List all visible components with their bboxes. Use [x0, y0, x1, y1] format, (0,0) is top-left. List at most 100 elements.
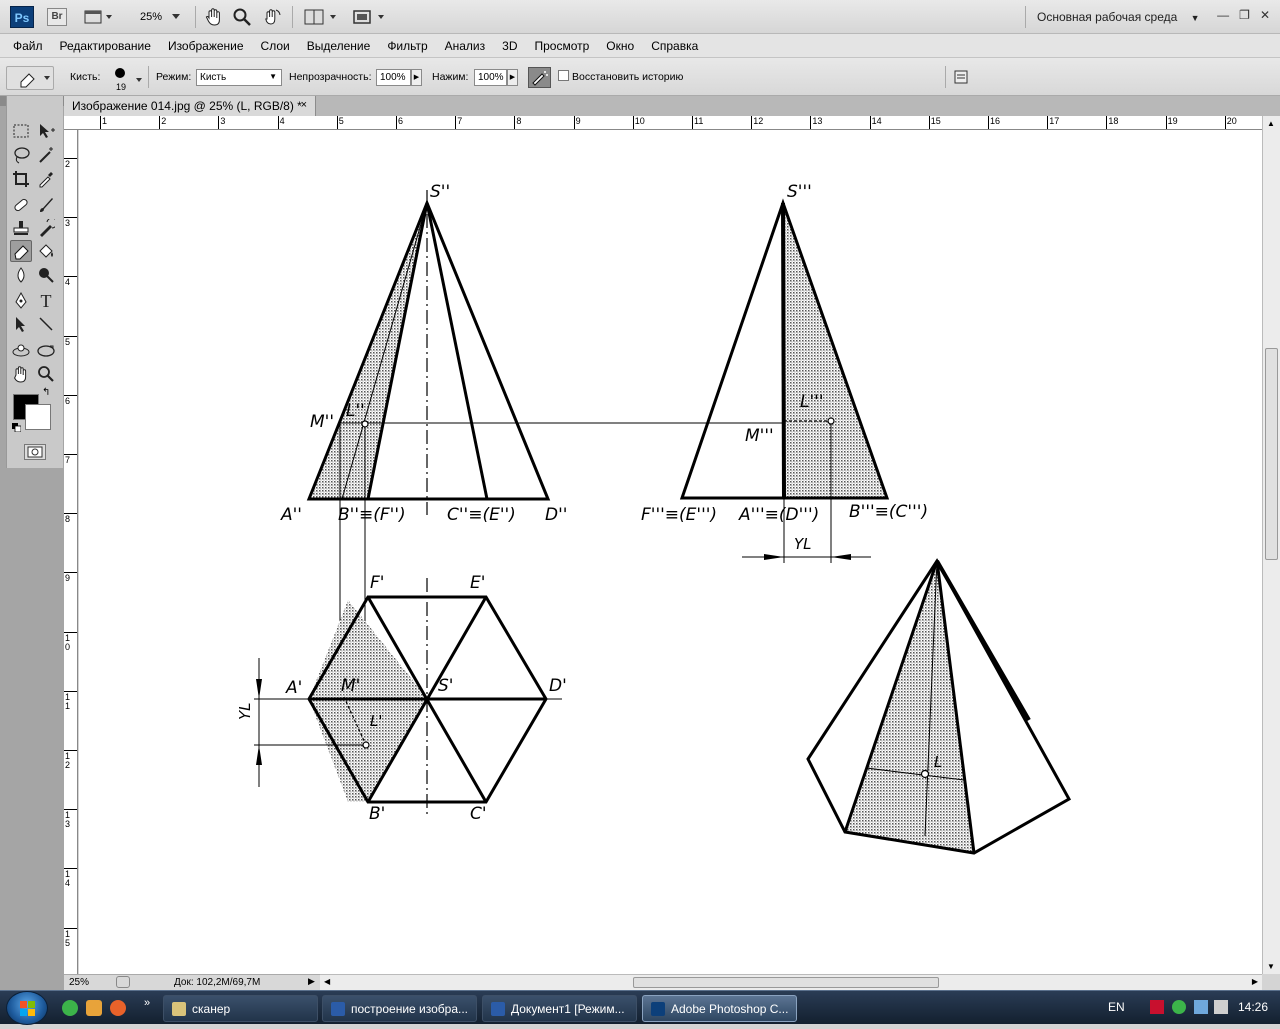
- pressure-input[interactable]: 100%: [474, 69, 507, 86]
- menu-image[interactable]: Изображение: [168, 39, 244, 53]
- crop-tool[interactable]: [10, 168, 32, 190]
- history-brush-tool[interactable]: [35, 217, 57, 239]
- label-m1: M': [341, 676, 361, 696]
- document-tab[interactable]: Изображение 014.jpg @ 25% (L, RGB/8) * ×: [64, 96, 316, 116]
- move-tool[interactable]: [35, 120, 57, 142]
- path-selection-tool[interactable]: [10, 313, 32, 335]
- lasso-tool[interactable]: [10, 144, 32, 166]
- restore-history-checkbox[interactable]: [558, 70, 569, 81]
- start-button[interactable]: [6, 991, 48, 1025]
- quick-mask-button[interactable]: [24, 444, 46, 460]
- menu-view[interactable]: Просмотр: [534, 39, 589, 53]
- marquee-tool[interactable]: [10, 120, 32, 142]
- ruler-h-tick: [455, 116, 457, 129]
- 3d-rotate-tool[interactable]: [10, 340, 32, 362]
- photoshop-logo: Ps: [10, 6, 34, 28]
- volume-icon[interactable]: [1214, 1000, 1228, 1014]
- line-tool[interactable]: [35, 313, 57, 335]
- ruler-v-label: 8: [65, 514, 71, 525]
- tray-check-icon[interactable]: [1172, 1000, 1186, 1014]
- zoom-tool-button[interactable]: [232, 7, 252, 27]
- taskbar-item-scanner[interactable]: сканер: [163, 995, 318, 1022]
- menu-3d[interactable]: 3D: [502, 39, 517, 53]
- taskbar-item-word-1[interactable]: построение изобра...: [322, 995, 477, 1022]
- taskbar-item-photoshop[interactable]: Adobe Photoshop C...: [642, 995, 797, 1022]
- ruler-h-label: 14: [871, 116, 882, 126]
- rotate-view-button[interactable]: [262, 7, 282, 27]
- status-zoom[interactable]: 25%: [69, 977, 89, 988]
- menu-file[interactable]: Файл: [13, 39, 43, 53]
- document-canvas[interactable]: S'' S''' M'' L'' M''' L''' A'' B''≡(F'')…: [79, 130, 1262, 974]
- point-l1: [362, 741, 370, 749]
- ruler-v-label: 9: [65, 573, 71, 584]
- swap-colors-icon[interactable]: ↰: [42, 387, 50, 398]
- restore-icon[interactable]: ❐: [1239, 8, 1250, 22]
- airbrush-toggle[interactable]: [528, 67, 551, 88]
- zoom-tool[interactable]: [35, 363, 57, 385]
- mode-select[interactable]: Кисть ▼: [196, 69, 282, 86]
- pressure-slider-toggle[interactable]: ▶: [507, 69, 518, 86]
- menu-select[interactable]: Выделение: [307, 39, 371, 53]
- network-icon[interactable]: [1194, 1000, 1208, 1014]
- menu-layers[interactable]: Слои: [261, 39, 290, 53]
- ruler-v-tick: [64, 690, 77, 692]
- menu-edit[interactable]: Редактирование: [60, 39, 151, 53]
- tool-preset-picker[interactable]: [6, 66, 54, 90]
- quicklaunch-icon-1[interactable]: [62, 1000, 78, 1016]
- ruler-h-label: 15: [930, 116, 941, 126]
- quicklaunch-more-icon[interactable]: »: [144, 997, 150, 1009]
- hand-tool[interactable]: [10, 363, 32, 385]
- arrange-documents-button[interactable]: [304, 7, 342, 27]
- scroll-right-icon[interactable]: ▶: [1252, 977, 1258, 986]
- close-icon[interactable]: ✕: [1260, 8, 1270, 22]
- horizontal-scrollbar[interactable]: ◀ ▶: [320, 974, 1262, 990]
- paint-bucket-tool[interactable]: [35, 240, 57, 262]
- clone-stamp-tool[interactable]: [10, 217, 32, 239]
- opacity-slider-toggle[interactable]: ▶: [411, 69, 422, 86]
- menu-analysis[interactable]: Анализ: [445, 39, 486, 53]
- vertical-scrollbar[interactable]: ▲ ▼: [1262, 116, 1280, 974]
- scroll-up-icon[interactable]: ▲: [1267, 119, 1275, 128]
- status-menu-icon[interactable]: ▶: [308, 976, 315, 987]
- workspace-switcher[interactable]: Основная рабочая среда ▼: [1037, 10, 1200, 24]
- ruler-h-tick: [1106, 116, 1108, 129]
- opacity-input[interactable]: 100%: [376, 69, 411, 86]
- pen-tool[interactable]: [10, 290, 32, 312]
- eraser-tool[interactable]: [10, 240, 32, 262]
- quicklaunch-icon-2[interactable]: [86, 1000, 102, 1016]
- clock[interactable]: 14:26: [1238, 1000, 1268, 1014]
- default-colors-icon[interactable]: [12, 423, 22, 433]
- label-d1: D': [549, 676, 567, 696]
- bridge-button[interactable]: Br: [47, 8, 67, 26]
- brush-tool[interactable]: [35, 194, 57, 216]
- type-tool[interactable]: T: [35, 290, 57, 312]
- eyedropper-tool[interactable]: [35, 168, 57, 190]
- menu-help[interactable]: Справка: [651, 39, 698, 53]
- drawing-svg: [254, 190, 1072, 855]
- blur-tool[interactable]: [10, 264, 32, 286]
- panel-toggle-button[interactable]: [945, 66, 977, 88]
- 3d-orbit-tool[interactable]: [35, 340, 57, 362]
- screen-mode-button[interactable]: [84, 7, 112, 27]
- menu-filter[interactable]: Фильтр: [387, 39, 427, 53]
- antivirus-icon[interactable]: [1150, 1000, 1164, 1014]
- language-indicator[interactable]: EN: [1108, 1000, 1125, 1014]
- scroll-left-icon[interactable]: ◀: [324, 977, 330, 986]
- magic-wand-tool[interactable]: [35, 144, 57, 166]
- firefox-icon[interactable]: [110, 1000, 126, 1016]
- screen-mode-toggle-button[interactable]: [352, 7, 390, 27]
- dodge-tool[interactable]: [35, 264, 57, 286]
- vertical-scroll-thumb[interactable]: [1265, 348, 1278, 560]
- menu-window[interactable]: Окно: [606, 39, 634, 53]
- horizontal-scroll-thumb[interactable]: [633, 977, 939, 988]
- close-icon[interactable]: ×: [301, 99, 307, 111]
- lasso-icon: [14, 147, 30, 164]
- minimize-icon[interactable]: —: [1217, 8, 1229, 22]
- background-color-swatch[interactable]: [25, 404, 51, 430]
- scroll-down-icon[interactable]: ▼: [1267, 962, 1275, 971]
- healing-brush-tool[interactable]: [10, 194, 32, 216]
- hand-tool-button[interactable]: [204, 7, 224, 27]
- zoom-level-dropdown[interactable]: 25%: [130, 7, 182, 27]
- status-info-icon[interactable]: [116, 976, 130, 988]
- taskbar-item-word-2[interactable]: Документ1 [Режим...: [482, 995, 637, 1022]
